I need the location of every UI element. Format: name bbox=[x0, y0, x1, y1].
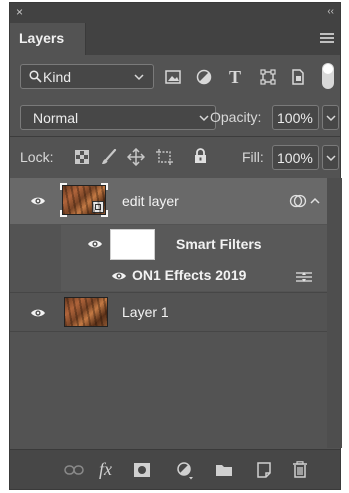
lock-row: Lock: Fill: 100% bbox=[10, 140, 340, 172]
chevron-down-icon bbox=[134, 74, 144, 81]
lock-label: Lock: bbox=[20, 149, 54, 165]
layers-list: edit layer Smart Filters ON1 Effects 201… bbox=[10, 178, 342, 448]
new-adjustment-layer-icon[interactable] bbox=[177, 462, 195, 480]
type-filter-icon[interactable]: T bbox=[229, 67, 241, 88]
lock-position-icon[interactable] bbox=[127, 148, 145, 166]
adjustment-filter-icon[interactable] bbox=[196, 69, 212, 85]
lock-all-icon[interactable] bbox=[194, 148, 207, 164]
selection-corner bbox=[60, 210, 67, 217]
layer-name[interactable]: edit layer bbox=[122, 193, 179, 209]
blend-mode-value: Normal bbox=[33, 110, 79, 126]
layers-panel: × ‹‹ Layers Kind T Normal Opacity: 100% … bbox=[9, 2, 342, 490]
fill-dropdown-button[interactable] bbox=[322, 145, 339, 170]
layer-row-layer-1[interactable]: Layer 1 bbox=[10, 292, 327, 332]
smart-filter-effects-icon[interactable] bbox=[289, 194, 307, 208]
opacity-label: Opacity: bbox=[210, 109, 262, 125]
blend-mode-select[interactable]: Normal bbox=[20, 105, 216, 130]
selection-corner bbox=[101, 210, 108, 217]
filter-toggle-switch[interactable] bbox=[322, 63, 334, 89]
layer-thumbnail bbox=[62, 185, 106, 215]
chevron-down-icon bbox=[326, 155, 336, 162]
tab-bar: Layers bbox=[10, 23, 340, 55]
fill-label: Fill: bbox=[242, 149, 264, 165]
smart-filter-mask-thumbnail[interactable] bbox=[110, 229, 155, 260]
lock-transparent-pixels-icon[interactable] bbox=[75, 150, 89, 164]
selection-corner bbox=[101, 183, 108, 190]
filter-blending-options-icon[interactable] bbox=[296, 271, 312, 282]
bottom-toolbar: fx bbox=[10, 449, 340, 489]
close-panel-button[interactable]: × bbox=[16, 5, 23, 19]
tab-layers[interactable]: Layers bbox=[10, 23, 86, 55]
visibility-eye-icon[interactable] bbox=[30, 308, 46, 318]
smart-filters-visibility-eye-icon[interactable] bbox=[87, 239, 103, 249]
panel-menu-icon[interactable] bbox=[320, 33, 334, 44]
smart-filters-label: Smart Filters bbox=[176, 236, 262, 252]
image-filter-icon[interactable] bbox=[165, 70, 181, 84]
filter-kind-select[interactable]: Kind bbox=[20, 64, 154, 89]
tab-layers-label: Layers bbox=[19, 30, 65, 46]
filter-effect-name[interactable]: ON1 Effects 2019 bbox=[132, 267, 246, 283]
layer-name[interactable]: Layer 1 bbox=[122, 304, 169, 320]
smart-object-filter-icon[interactable] bbox=[291, 69, 305, 85]
filter-row: Kind T bbox=[10, 55, 340, 97]
shape-filter-icon[interactable] bbox=[260, 69, 276, 85]
opacity-value: 100% bbox=[277, 110, 313, 126]
lock-image-pixels-icon[interactable] bbox=[101, 149, 117, 165]
delete-layer-icon[interactable] bbox=[292, 461, 308, 478]
collapse-panel-button[interactable]: ‹‹ bbox=[327, 5, 334, 19]
fill-value: 100% bbox=[277, 150, 313, 166]
selection-corner bbox=[60, 183, 67, 190]
fill-input[interactable]: 100% bbox=[272, 145, 319, 170]
layer-thumbnail bbox=[64, 297, 108, 327]
chevron-down-icon bbox=[326, 115, 336, 122]
add-layer-style-icon[interactable]: fx bbox=[99, 459, 112, 480]
search-icon bbox=[29, 70, 42, 83]
filter-visibility-eye-icon[interactable] bbox=[111, 271, 127, 281]
chevron-up-icon[interactable] bbox=[310, 197, 320, 204]
opacity-dropdown-button[interactable] bbox=[322, 105, 339, 130]
smart-filters-group: Smart Filters ON1 Effects 2019 bbox=[61, 225, 327, 291]
add-mask-icon[interactable] bbox=[134, 463, 150, 477]
layer-row-edit-layer[interactable]: edit layer bbox=[10, 178, 327, 224]
visibility-eye-icon[interactable] bbox=[30, 196, 46, 206]
layers-scrollbar[interactable] bbox=[327, 178, 342, 448]
divider bbox=[10, 136, 340, 137]
lock-artboard-icon[interactable] bbox=[156, 149, 174, 165]
blend-row: Normal Opacity: 100% bbox=[10, 100, 340, 132]
filter-kind-label: Kind bbox=[43, 69, 72, 85]
chevron-down-icon bbox=[199, 115, 209, 122]
panel-title-strip: × ‹‹ bbox=[10, 3, 340, 23]
new-group-icon[interactable] bbox=[215, 463, 233, 477]
opacity-input[interactable]: 100% bbox=[272, 105, 319, 130]
link-layers-icon[interactable] bbox=[64, 465, 84, 475]
new-layer-icon[interactable] bbox=[256, 462, 272, 478]
